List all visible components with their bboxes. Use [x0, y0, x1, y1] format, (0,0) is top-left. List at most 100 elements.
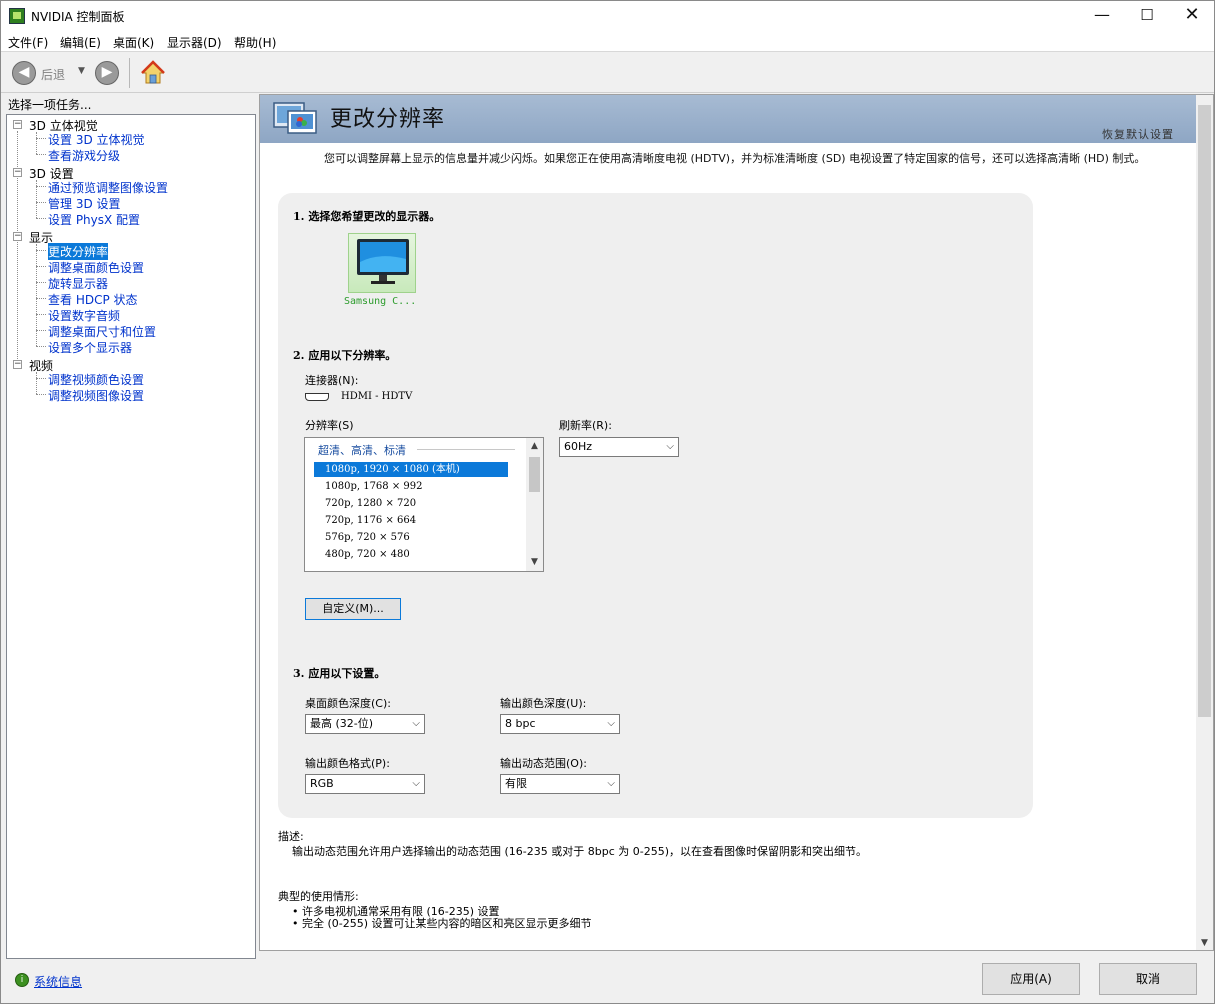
display-settings-icon — [273, 102, 317, 134]
settings-card: 1. 选择您希望更改的显示器。 Samsung C... 2. 应用以下分辨率。… — [278, 193, 1033, 818]
tree-item-rotate-display[interactable]: 旋转显示器 — [48, 275, 108, 292]
tree-item-game-ratings[interactable]: 查看游戏分级 — [48, 147, 120, 164]
output-color-depth-select[interactable]: 8 bpc ⌵ — [500, 714, 620, 734]
resolution-option[interactable]: 576p, 720 × 576 — [314, 530, 508, 545]
custom-resolution-button[interactable]: 自定义(M)... — [305, 598, 401, 620]
title-bar: NVIDIA 控制面板 — ☐ ✕ — [1, 1, 1214, 31]
output-color-format-select[interactable]: RGB ⌵ — [305, 774, 425, 794]
tree-item-digital-audio[interactable]: 设置数字音频 — [48, 307, 120, 324]
expand-3d-stereo-icon[interactable]: − — [13, 120, 22, 129]
cancel-button[interactable]: 取消 — [1099, 963, 1197, 995]
back-label[interactable]: 后退 — [41, 66, 65, 83]
menu-desktop[interactable]: 桌面(K) — [113, 34, 154, 51]
tree-item-video-image[interactable]: 调整视频图像设置 — [48, 387, 144, 404]
tree-item-manage-3d-settings[interactable]: 管理 3D 设置 — [48, 195, 121, 212]
system-info-icon[interactable]: i — [15, 973, 29, 987]
refresh-rate-label: 刷新率(R): — [559, 419, 612, 432]
resolution-label: 分辨率(S) — [305, 419, 354, 432]
description-text: 输出动态范围允许用户选择输出的动态范围 (16-235 或对于 8bpc 为 0… — [292, 845, 867, 858]
tree-item-desktop-color[interactable]: 调整桌面颜色设置 — [48, 259, 144, 276]
close-button[interactable]: ✕ — [1169, 1, 1215, 31]
minimize-button[interactable]: — — [1079, 1, 1125, 31]
menu-edit[interactable]: 编辑(E) — [60, 34, 101, 51]
menu-bar: 文件(F) 编辑(E) 桌面(K) 显示器(D) 帮助(H) — [1, 31, 1214, 52]
intro-text: 您可以调整屏幕上显示的信息量并减少闪烁。如果您正在使用高清晰度电视 (HDTV)… — [324, 152, 1146, 165]
scroll-thumb[interactable] — [529, 457, 540, 492]
output-color-depth-label: 输出颜色深度(U): — [500, 697, 587, 710]
expand-3d-settings-icon[interactable]: − — [13, 168, 22, 177]
resolution-list-scrollbar[interactable]: ▲ ▼ — [526, 438, 543, 571]
history-dropdown-icon[interactable]: ▼ — [78, 66, 85, 76]
window-title: NVIDIA 控制面板 — [31, 10, 125, 24]
page-title: 更改分辨率 — [330, 107, 446, 132]
chevron-down-icon: ⌵ — [607, 718, 615, 729]
nvidia-control-panel-window: NVIDIA 控制面板 — ☐ ✕ 文件(F) 编辑(E) 桌面(K) 显示器(… — [0, 0, 1215, 1004]
usage-item: • 完全 (0-255) 设置可让某些内容的暗区和亮区显示更多细节 — [292, 917, 592, 930]
forward-arrow-icon[interactable]: ▶ — [95, 61, 119, 85]
refresh-rate-select[interactable]: 60Hz ⌵ — [559, 437, 679, 457]
home-icon[interactable] — [140, 60, 166, 86]
display-tile-samsung[interactable] — [348, 233, 416, 293]
group-divider — [417, 449, 515, 450]
output-dynamic-range-select[interactable]: 有限 ⌵ — [500, 774, 620, 794]
display-name-label: Samsung C... — [344, 296, 417, 307]
scroll-down-icon[interactable]: ▼ — [526, 554, 543, 571]
menu-display[interactable]: 显示器(D) — [167, 34, 222, 51]
connector-label: 连接器(N): — [305, 374, 359, 387]
monitor-icon — [357, 239, 409, 284]
resolution-option[interactable]: 720p, 1176 × 664 — [314, 513, 508, 528]
resolution-list[interactable]: 超清、高清、标清 1080p, 1920 × 1080 (本机) 1080p, … — [304, 437, 544, 572]
tree-item-desktop-size-position[interactable]: 调整桌面尺寸和位置 — [48, 323, 156, 340]
hdmi-connector-icon — [305, 393, 329, 401]
connector-value: HDMI - HDTV — [341, 391, 413, 402]
refresh-rate-value: 60Hz — [564, 440, 593, 453]
desktop-color-depth-select[interactable]: 最高 (32-位) ⌵ — [305, 714, 425, 734]
desktop-color-depth-label: 桌面颜色深度(C): — [305, 697, 391, 710]
section-1-title: 1. 选择您希望更改的显示器。 — [293, 210, 441, 223]
tree-item-set-3d-stereo[interactable]: 设置 3D 立体视觉 — [48, 131, 145, 148]
output-color-format-label: 输出颜色格式(P): — [305, 757, 390, 770]
resolution-option[interactable]: 1080p, 1768 × 992 — [314, 479, 508, 494]
tree-item-multiple-displays[interactable]: 设置多个显示器 — [48, 339, 132, 356]
section-2-title: 2. 应用以下分辨率。 — [293, 349, 397, 362]
back-arrow-icon[interactable]: ◀ — [12, 61, 36, 85]
description-title: 描述: — [278, 830, 304, 843]
menu-help[interactable]: 帮助(H) — [234, 34, 276, 51]
tree-item-video-color[interactable]: 调整视频颜色设置 — [48, 371, 144, 388]
chevron-down-icon: ⌵ — [666, 441, 674, 452]
toolbar: ◀ 后退 ▼ ▶ — [1, 53, 1214, 93]
tree-item-preview-image-settings[interactable]: 通过预览调整图像设置 — [48, 179, 168, 196]
output-color-format-value: RGB — [310, 777, 334, 790]
restore-defaults-link[interactable]: 恢复默认设置 — [1102, 126, 1174, 142]
content-scrollbar[interactable]: ▼ — [1196, 95, 1213, 950]
section-3-title: 3. 应用以下设置。 — [293, 667, 386, 680]
menu-file[interactable]: 文件(F) — [8, 34, 48, 51]
usage-title: 典型的使用情形: — [278, 890, 359, 903]
output-color-depth-value: 8 bpc — [505, 717, 536, 730]
chevron-down-icon: ⌵ — [412, 778, 420, 789]
expand-display-icon[interactable]: − — [13, 232, 22, 241]
tree-item-physx-config[interactable]: 设置 PhysX 配置 — [48, 211, 140, 228]
resolution-group-label: 超清、高清、标清 — [318, 444, 406, 457]
content-scroll-thumb[interactable] — [1198, 105, 1211, 717]
tree-item-change-resolution[interactable]: 更改分辨率 — [48, 243, 109, 260]
maximize-button[interactable]: ☐ — [1124, 1, 1170, 31]
system-info-link[interactable]: 系统信息 — [34, 973, 82, 990]
resolution-option[interactable]: 480p, 720 × 480 — [314, 547, 508, 562]
toolbar-separator — [129, 58, 130, 88]
task-panel-label: 选择一项任务... — [8, 98, 92, 112]
apply-button[interactable]: 应用(A) — [982, 963, 1080, 995]
nvidia-app-icon — [9, 8, 25, 24]
page-banner: 更改分辨率 恢复默认设置 — [260, 95, 1197, 143]
task-tree: − 3D 立体视觉 设置 3D 立体视觉 查看游戏分级 − 3D 设置 通过预览… — [6, 114, 256, 959]
scroll-up-icon[interactable]: ▲ — [526, 438, 543, 455]
chevron-down-icon: ⌵ — [607, 778, 615, 789]
resolution-option-selected[interactable]: 1080p, 1920 × 1080 (本机) — [314, 462, 508, 477]
tree-item-hdcp-status[interactable]: 查看 HDCP 状态 — [48, 291, 138, 308]
output-dynamic-range-value: 有限 — [505, 777, 527, 790]
scroll-down-icon[interactable]: ▼ — [1196, 938, 1213, 948]
desktop-color-depth-value: 最高 (32-位) — [310, 717, 374, 730]
resolution-option[interactable]: 720p, 1280 × 720 — [314, 496, 508, 511]
output-dynamic-range-label: 输出动态范围(O): — [500, 757, 587, 770]
expand-video-icon[interactable]: − — [13, 360, 22, 369]
